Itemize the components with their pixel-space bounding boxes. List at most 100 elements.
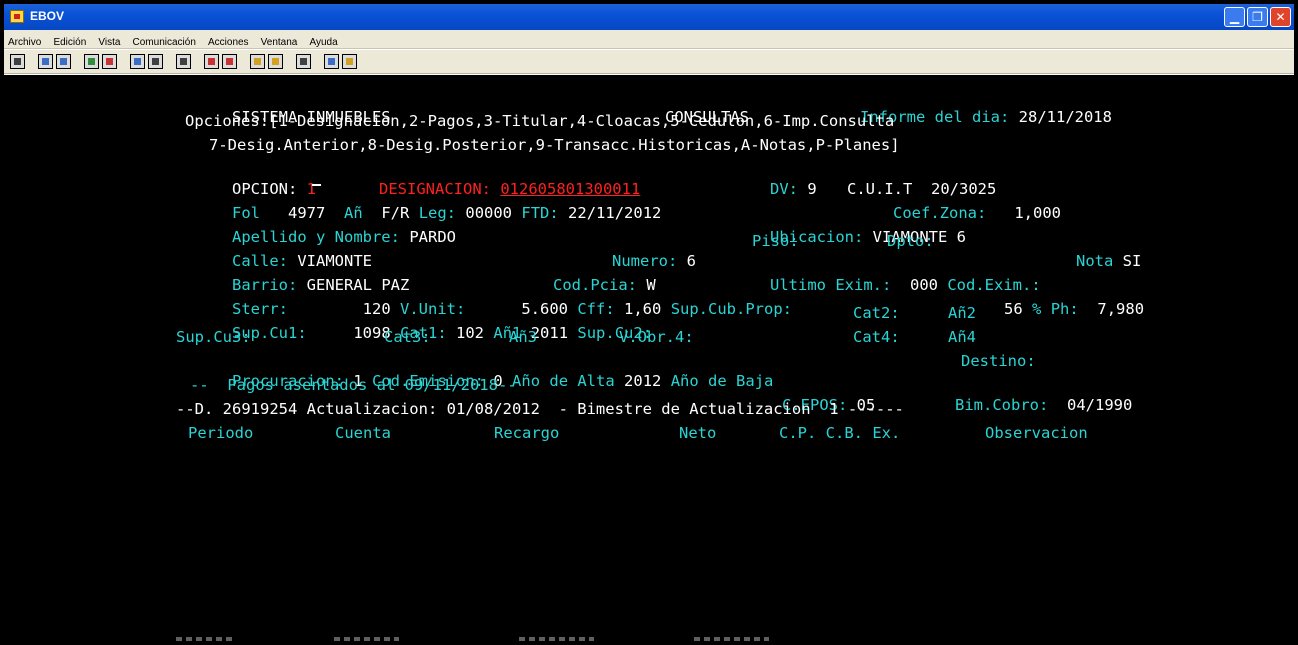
apellido-row: Apellido y Nombre: PARDO [176,207,456,246]
menu-edicion[interactable]: Edición [49,34,89,48]
clipped-row-segment [694,637,769,641]
edit-icon[interactable] [342,54,357,69]
maximize-button[interactable]: ❐ [1247,7,1268,27]
close-button[interactable]: ✕ [1270,7,1291,27]
ultimo-row: Ultimo Exim.: 000 Cod.Exim.: [714,255,1041,294]
bimcobro-value: 04/1990 [1067,396,1133,414]
bimcobro-label: Bim.Cobro: [955,396,1049,414]
coef-row: Coef.Zona: 1,000 [837,183,1061,222]
calle-row: Calle: VIAMONTE [176,231,372,270]
screen-icon[interactable] [130,54,145,69]
vobr4-label: V.Obr.4: [619,328,694,346]
cat4-label: Cat4: [853,328,900,346]
column-cuenta: Cuenta [335,424,391,442]
display-icon[interactable] [148,54,163,69]
menu-acciones[interactable]: Acciones [204,34,252,48]
opcion-row: OPCION: 1 [176,159,316,198]
connect-icon[interactable] [10,54,25,69]
clipped-row-segment [176,637,236,641]
print-icon[interactable] [296,54,311,69]
column-periodo: Periodo [188,424,254,442]
column-observacion: Observacion [985,424,1088,442]
supcu1-row: Sup.Cu1: 1098 Cat1: 102 Añ1 2011 Sup.Cu2… [176,303,652,342]
keyboard-map-icon[interactable] [250,54,265,69]
supcu3-label: Sup.Cu3: [176,328,251,346]
anoalta-label: Año de Alta [512,372,615,390]
column-cp-cb-ex: C.P. C.B. Ex. [779,424,901,442]
piso-label: Piso: [752,232,799,250]
text-cursor [312,184,321,186]
cuit-row: C.U.I.T 20/3025 [791,159,996,198]
terminal-screen[interactable]: SISTEMA INMUEBLES CONSULTAS Informe del … [4,75,1294,641]
procuracion-row: Procuracion: 1 Cod.Emision: 0 Año de Alt… [176,351,773,390]
play-icon[interactable] [222,54,237,69]
cat1-value: 102 [456,324,485,342]
sterr-row: Sterr: 120 V.Unit: 5.600 Cff: 1,60 Sup.C… [176,279,792,318]
clipped-row-segment [334,637,399,641]
menu-ayuda[interactable]: Ayuda [305,34,340,48]
supcub-label: Sup.Cub.Prop: [670,300,793,318]
menu-bar: Archivo Edición Vista Comunicación Accio… [4,30,1294,49]
pct-label: % [1032,300,1042,318]
fol-row: Fol 4977 Añ F/R Leg: 00000 FTD: 22/11/20… [176,183,661,222]
help-icon[interactable] [324,54,339,69]
report-row: Informe del dia: 28/11/2018 [804,87,1112,126]
bimcobro-row: Bim.Cobro: 04/1990 [899,375,1132,414]
menu-comunicacion[interactable]: Comunicación [129,34,199,48]
column-neto: Neto [679,424,717,442]
ubicacion-row: Ubicacion: VIAMONTE 6 [714,207,966,246]
ftd-label: FTD: [521,204,559,222]
cepos-row: C.EPOS: 05 [726,375,875,414]
an4-label: Añ4 [948,328,976,346]
minimize-button[interactable]: ▁ [1224,7,1245,27]
cat2-label: Cat2: [853,304,900,322]
an3-label: Añ3 [509,328,537,346]
an2-label: Añ2 [948,304,976,322]
numero-row: Numero: 6 [556,231,696,270]
designacion-row: DESIGNACION: 012605801300011 [323,159,640,198]
menu-vista[interactable]: Vista [94,34,123,48]
nota-label: Nota [1076,252,1114,270]
clipped-row-segment [519,637,594,641]
codpcia-row: Cod.Pcia: W [497,255,656,294]
record-icon[interactable] [204,54,219,69]
ph-row: 56 % Ph: 7,980 [948,279,1144,318]
supcub-value: 56 [1004,300,1023,318]
terminal-window: EBOV ▁ ❐ ✕ Archivo Edición Vista Comunic… [0,0,1298,645]
menu-ventana[interactable]: Ventana [257,34,301,48]
apellido-value: PARDO [409,228,456,246]
nota-row: Nota SI [1020,231,1141,270]
leg-value: 00000 [465,204,513,222]
ultimo-value: 000 [910,276,938,294]
report-date: 28/11/2018 [1018,108,1112,126]
toolbar [4,50,1294,74]
macro-icon[interactable] [176,54,191,69]
app-icon[interactable] [10,10,24,23]
numero-value: 6 [686,252,697,270]
anoalta-value: 2012 [624,372,662,390]
header-row: SISTEMA INMUEBLES [176,87,391,126]
screen-name-row: CONSULTAS [609,87,749,126]
actualizacion-line: --D. 26919254 Actualizacion: 01/08/2012 … [176,400,904,418]
ph-value: 7,980 [1097,300,1145,318]
options-line-1: Opciones:[1-Designacion,2-Pagos,3-Titula… [185,112,895,130]
transfer-receive-icon[interactable] [102,54,117,69]
nota-value: SI [1122,252,1142,270]
paste-icon[interactable] [56,54,71,69]
dpto-label: Dpto: [887,232,934,250]
title-bar[interactable]: EBOV ▁ ❐ ✕ [4,4,1294,30]
options-line-2: 7-Desig.Anterior,8-Desig.Posterior,9-Tra… [209,136,900,154]
window-title: EBOV [30,9,65,23]
destino-label: Destino: [961,352,1036,370]
coef-value: 1,000 [1014,204,1061,222]
pagos-label: -- Pagos asentados al 09/11/2018-- [190,376,517,394]
copy-icon[interactable] [38,54,53,69]
color-map-icon[interactable] [268,54,283,69]
barrio-row: Barrio: GENERAL PAZ [176,255,409,294]
column-recargo: Recargo [494,424,560,442]
menu-archivo[interactable]: Archivo [4,34,44,48]
cat3-label: Cat3: [384,328,431,346]
ph-label: Ph: [1050,300,1079,318]
transfer-send-icon[interactable] [84,54,99,69]
ftd-value: 22/11/2012 [568,204,662,222]
